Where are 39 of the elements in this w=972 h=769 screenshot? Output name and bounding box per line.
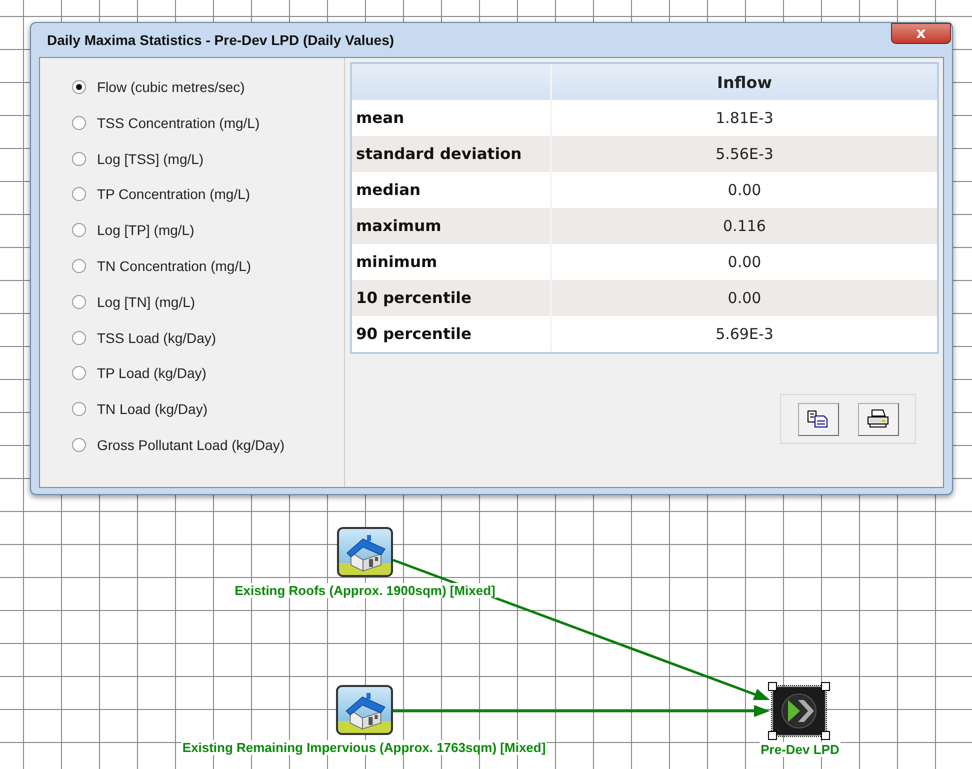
radio-option[interactable]: TP Load (kg/Day) <box>72 362 344 384</box>
selection-handle[interactable] <box>768 682 777 691</box>
row-label: standard deviation <box>352 136 552 172</box>
radio-option[interactable]: Log [TN] (mg/L) <box>72 290 344 313</box>
window-title: Daily Maxima Statistics - Pre-Dev LPD (Daily Values) <box>46 32 394 48</box>
house-node-icon[interactable] <box>336 685 393 735</box>
radio-option[interactable]: TN Concentration (mg/L) <box>72 254 344 277</box>
table-cell-text: 5.56E-3 <box>714 144 774 165</box>
node-label: Existing Roofs (Approx. 1900sqm) [Mixed] <box>234 583 496 598</box>
table-cell-text: 0.00 <box>726 252 762 273</box>
house-node-icon[interactable] <box>337 527 393 577</box>
table-cell-text: 1.81E-3 <box>714 108 774 129</box>
radio-option[interactable]: Flow (cubic metres/sec) <box>72 76 344 98</box>
row-label: 10 percentile <box>352 280 552 316</box>
row-label: maximum <box>352 208 552 244</box>
radio-option[interactable]: TN Load (kg/Day) <box>72 398 344 420</box>
radio-option[interactable]: TSS Concentration (mg/L) <box>72 112 344 134</box>
table-cell-text: 0.116 <box>722 216 767 237</box>
table-cell-text: 0.00 <box>726 288 762 309</box>
close-button[interactable]: x <box>891 23 951 44</box>
selection-handle[interactable] <box>768 731 777 740</box>
radio-option[interactable]: Log [TP] (mg/L) <box>72 219 344 242</box>
radio-option[interactable]: TSS Load (kg/Day) <box>72 326 344 349</box>
radio-option[interactable]: TP Concentration (mg/L) <box>72 183 344 206</box>
copy-button[interactable] <box>798 402 838 436</box>
selection-handle[interactable] <box>821 682 830 691</box>
radio-option[interactable]: Gross Pollutant Load (kg/Day) <box>72 434 344 456</box>
selection-handle[interactable] <box>821 731 830 740</box>
print-button[interactable] <box>858 402 898 436</box>
table-cell-text: 0.00 <box>726 180 762 201</box>
copy-icon <box>807 410 829 428</box>
radio-option[interactable]: Log [TSS] (mg/L) <box>72 148 344 170</box>
column-header: Inflow <box>716 72 773 94</box>
node-label: Pre-Dev LPD <box>760 742 840 757</box>
row-label: 90 percentile <box>352 316 552 352</box>
node-label: Existing Remaining Impervious (Approx. 1763sqm) [Mixed] <box>181 740 547 755</box>
outlet-node-icon[interactable] <box>772 686 826 736</box>
printer-icon <box>866 409 890 429</box>
table-cell-text: 5.69E-3 <box>714 324 774 345</box>
